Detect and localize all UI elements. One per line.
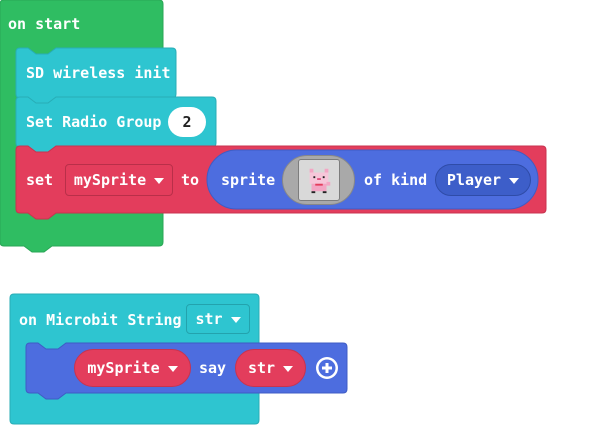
variable-dropdown-mysprite[interactable]: mySprite <box>65 164 173 196</box>
sprite-keyword: sprite <box>221 171 276 189</box>
on-start-label: on start <box>8 15 81 33</box>
sprite-image-field[interactable] <box>282 155 355 205</box>
set-radio-group-label: Set Radio Group <box>26 113 162 131</box>
chevron-down-icon <box>230 317 241 323</box>
radio-group-value: 2 <box>182 113 192 131</box>
param-dropdown-str[interactable]: str <box>186 304 250 334</box>
add-argument-button[interactable] <box>316 357 338 379</box>
chevron-down-icon <box>167 366 178 372</box>
chevron-down-icon <box>154 178 165 184</box>
kind-dropdown[interactable]: Player <box>435 164 531 196</box>
kind-dropdown-label: Player <box>446 171 502 189</box>
variable-dropdown-label: mySprite <box>73 171 147 189</box>
chevron-down-icon <box>283 366 294 372</box>
chevron-down-icon <box>509 178 520 184</box>
pink-cat-sprite-icon <box>309 168 330 194</box>
set-keyword: set <box>26 171 54 189</box>
str-reporter-label: str <box>247 359 276 377</box>
param-dropdown-label: str <box>195 310 223 328</box>
say-keyword: say <box>199 359 227 377</box>
blocks-workspace[interactable]: on start SD wireless init Set Radio Grou… <box>0 0 599 425</box>
str-variable-reporter[interactable]: str <box>235 349 306 387</box>
mysprite-reporter-label: mySprite <box>87 359 160 377</box>
to-keyword: to <box>181 171 200 189</box>
radio-group-number-input[interactable]: 2 <box>168 107 206 137</box>
of-kind-keyword: of kind <box>364 171 428 189</box>
mysprite-variable-reporter[interactable]: mySprite <box>74 349 191 387</box>
on-microbit-string-label: on Microbit String <box>19 311 182 329</box>
sd-wireless-init-label: SD wireless init <box>26 64 171 82</box>
sprite-image-frame <box>297 159 340 201</box>
plus-circle-icon <box>318 359 336 377</box>
